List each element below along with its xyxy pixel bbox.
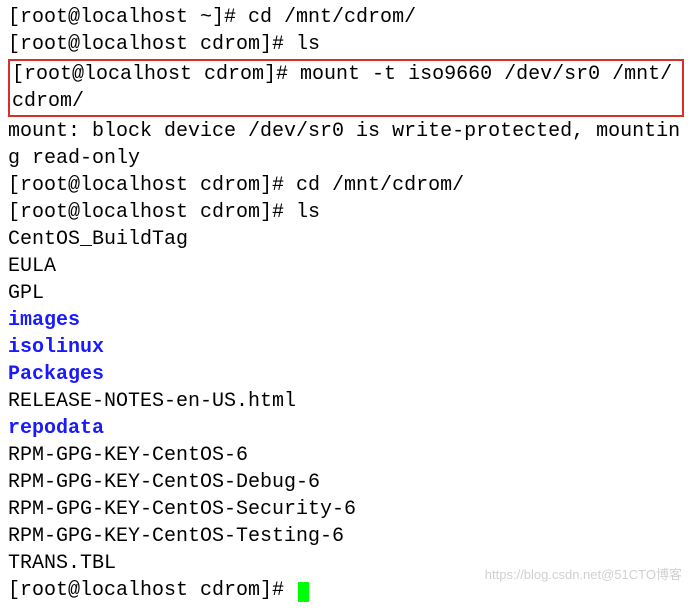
terminal-line: [root@localhost cdrom]# mount -t iso9660…: [12, 61, 680, 115]
ls-file: RELEASE-NOTES-en-US.html: [8, 388, 684, 415]
ls-file: CentOS_BuildTag: [8, 226, 684, 253]
terminal-prompt[interactable]: [root@localhost cdrom]#: [8, 577, 684, 604]
terminal-line: mount: block device /dev/sr0 is write-pr…: [8, 118, 684, 172]
ls-file: RPM-GPG-KEY-CentOS-Debug-6: [8, 469, 684, 496]
ls-file: GPL: [8, 280, 684, 307]
ls-file: TRANS.TBL: [8, 550, 684, 577]
ls-directory: Packages: [8, 361, 684, 388]
ls-file: RPM-GPG-KEY-CentOS-Security-6: [8, 496, 684, 523]
highlighted-command: [root@localhost cdrom]# mount -t iso9660…: [8, 59, 684, 117]
ls-directory: repodata: [8, 415, 684, 442]
ls-directory: isolinux: [8, 334, 684, 361]
terminal-line: [root@localhost ~]# cd /mnt/cdrom/: [8, 4, 684, 31]
prompt-text: [root@localhost cdrom]#: [8, 579, 296, 602]
terminal-line: [root@localhost cdrom]# ls: [8, 31, 684, 58]
terminal-line: [root@localhost cdrom]# cd /mnt/cdrom/: [8, 172, 684, 199]
cursor-icon: [298, 582, 309, 602]
terminal-line: [root@localhost cdrom]# ls: [8, 199, 684, 226]
ls-file: EULA: [8, 253, 684, 280]
ls-file: RPM-GPG-KEY-CentOS-6: [8, 442, 684, 469]
ls-file: RPM-GPG-KEY-CentOS-Testing-6: [8, 523, 684, 550]
ls-directory: images: [8, 307, 684, 334]
